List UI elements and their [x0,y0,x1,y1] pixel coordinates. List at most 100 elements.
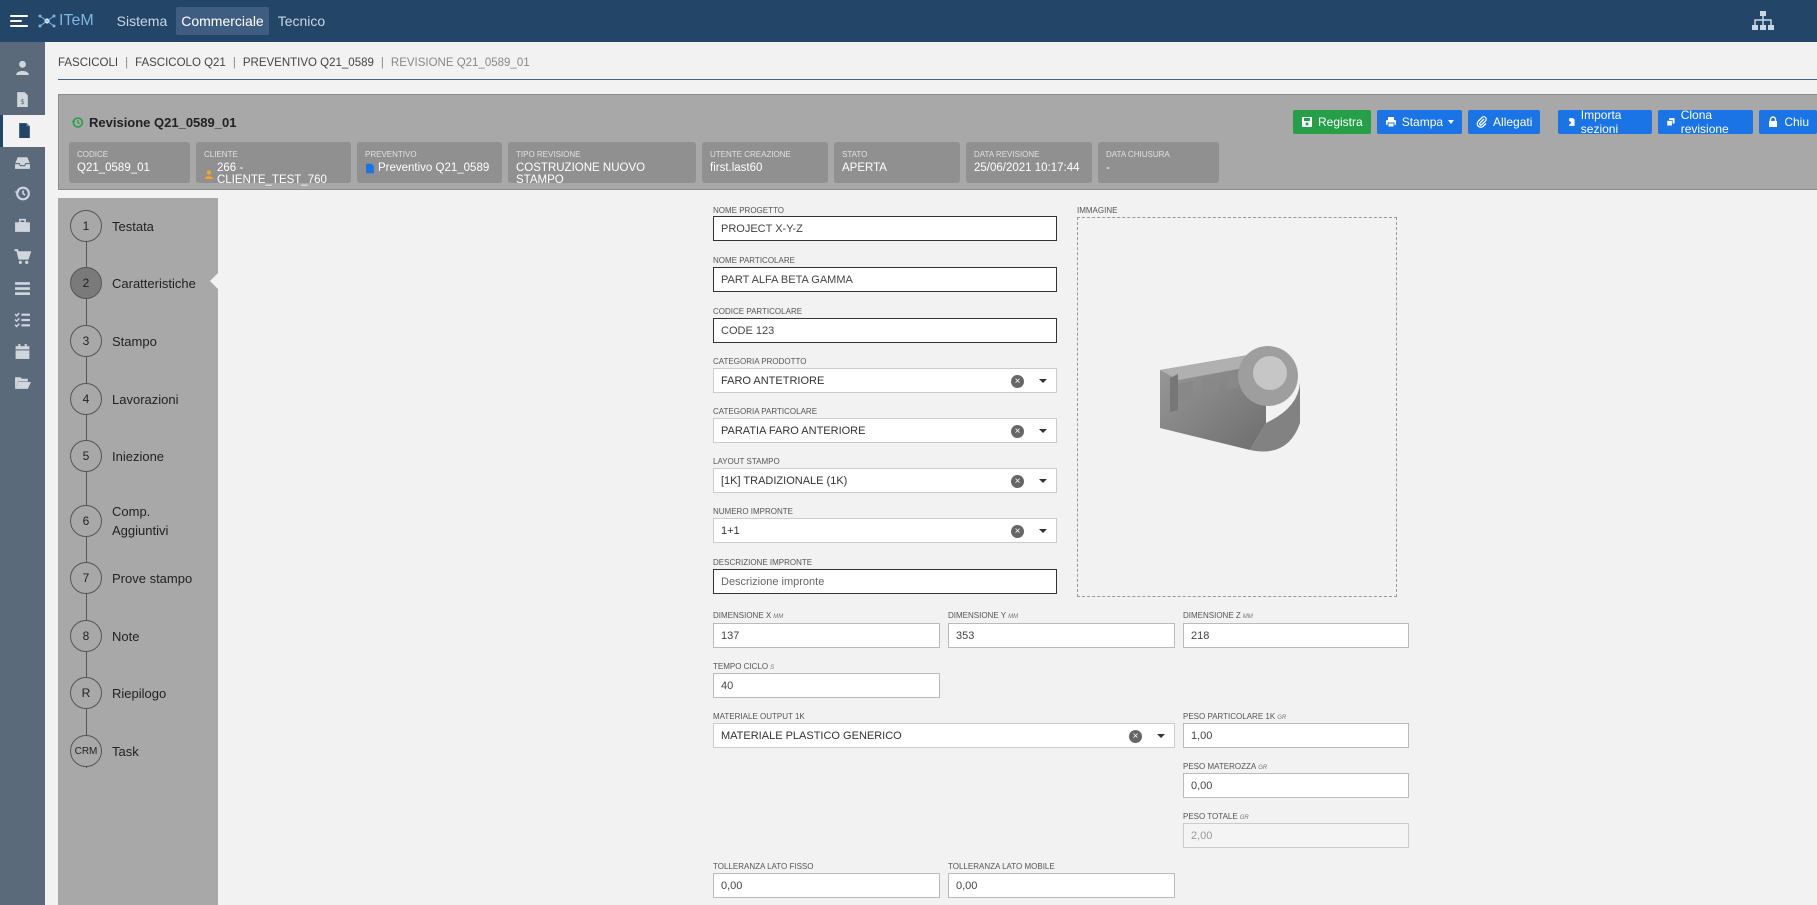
card-utente-creazione: UTENTE CREAZIONE first.last60 [702,142,828,183]
rail-cart-icon[interactable] [0,241,45,273]
step-caratteristiche[interactable]: 2 Caratteristiche [70,267,196,299]
importa-sezioni-button[interactable]: Importa sezioni [1558,108,1653,136]
step-testata[interactable]: 1 Testata [70,210,154,242]
save-icon [1302,117,1312,127]
step-label: Stampo [112,333,157,349]
peso-particolare-input[interactable]: 1,00 [1183,723,1409,748]
card-value[interactable]: Preventivo Q21_0589 [378,162,489,174]
card-label: CLIENTE [204,150,238,159]
allegati-button[interactable]: Allegati [1468,110,1541,134]
tolleranza-mobile-input[interactable]: 0,00 [948,873,1175,898]
rail-list-icon[interactable] [0,273,45,305]
part-image-dropzone[interactable] [1077,217,1397,597]
copy-icon [1666,118,1675,127]
step-number: 8 [70,620,102,652]
categoria-prodotto-select[interactable]: FARO ANTETRIORE × [713,368,1057,393]
rail-calendar-icon[interactable] [0,336,45,368]
rail-history-icon[interactable] [0,178,45,210]
app-logo[interactable]: ITeM [38,12,94,30]
categoria-particolare-label: CATEGORIA PARTICOLARE [713,407,818,416]
select-value: 1+1 [721,524,740,537]
breadcrumb-preventivo[interactable]: PREVENTIVO Q21_0589 [243,57,374,69]
chevron-down-icon[interactable] [1039,529,1047,533]
tolleranza-fisso-input[interactable]: 0,00 [713,873,940,898]
step-number: 1 [70,210,102,242]
step-iniezione[interactable]: 5 Iniezione [70,440,164,472]
nav-tecnico[interactable]: Tecnico [273,7,330,35]
step-comp-aggiuntivi[interactable]: 6 Comp. Aggiuntivi [70,502,192,540]
step-stampo[interactable]: 3 Stampo [70,325,157,357]
nome-particolare-label: NOME PARTICOLARE [713,256,795,265]
clona-revisione-button[interactable]: Clona revisione [1658,108,1754,136]
layout-stampo-label: LAYOUT STAMPO [713,457,780,466]
registra-button[interactable]: Registra [1293,110,1371,134]
dimensione-z-input[interactable]: 218 [1183,623,1409,648]
materiale-select[interactable]: MATERIALE PLASTICO GENERICO × [713,723,1175,748]
sitemap-icon[interactable] [1751,10,1775,32]
rail-inbox-icon[interactable] [0,147,45,179]
clear-icon[interactable]: × [1011,525,1024,538]
dimensione-x-label-text: DIMENSIONE X [713,611,772,620]
rail-document-icon[interactable] [0,115,45,147]
chevron-down-icon[interactable] [1039,379,1047,383]
step-prove-stampo[interactable]: 7 Prove stampo [70,562,192,594]
rail-invoice-icon[interactable]: $ [0,84,45,116]
step-number: R [70,677,102,709]
tolleranza-mobile-label: TOLLERANZA LATO MOBILE [948,862,1055,871]
svg-text:$: $ [20,97,25,106]
step-label: Riepilogo [112,685,167,701]
layout-stampo-select[interactable]: [1K] TRADIZIONALE (1K) × [713,468,1057,493]
breadcrumb-fascicolo[interactable]: FASCICOLO Q21 [135,57,226,69]
rail-checklist-icon[interactable] [0,304,45,336]
header-info-cards: CODICE Q21_0589_01 CLIENTE 266 - CLIENTE… [69,142,1219,186]
rail-briefcase-icon[interactable] [0,210,45,242]
hamburger-menu-icon[interactable] [10,15,28,27]
tempo-ciclo-input[interactable]: 40 [713,673,940,698]
numero-impronte-label: NUMERO IMPRONTE [713,507,793,516]
chevron-down-icon[interactable] [1039,479,1047,483]
descrizione-impronte-input[interactable]: Descrizione impronte [713,569,1057,594]
codice-particolare-input[interactable]: CODE 123 [713,318,1057,343]
chiudi-button[interactable]: Chiu [1759,110,1817,134]
document-icon [366,163,374,173]
card-value[interactable]: 266 - CLIENTE_TEST_760 [217,162,343,186]
peso-totale-unit: GR [1239,815,1249,821]
nav-commerciale[interactable]: Commerciale [176,7,269,35]
categoria-particolare-select[interactable]: PARATIA FARO ANTERIORE × [713,418,1057,443]
step-lavorazioni[interactable]: 4 Lavorazioni [70,383,179,415]
peso-materozza-unit: GR [1258,765,1268,771]
nome-particolare-input[interactable]: PART ALFA BETA GAMMA [713,267,1057,292]
clear-icon[interactable]: × [1011,375,1024,388]
step-note[interactable]: 8 Note [70,620,139,652]
peso-materozza-label-text: PESO MATEROZZA [1183,762,1257,771]
step-number: 2 [70,267,102,299]
nome-progetto-input[interactable]: PROJECT X-Y-Z [713,216,1057,241]
breadcrumb-fascicoli[interactable]: FASCICOLI [58,57,118,69]
rail-user-icon[interactable] [0,52,45,84]
top-bar: ITeM Sistema Commerciale Tecnico [0,0,1817,42]
step-riepilogo[interactable]: R Riepilogo [70,677,166,709]
materiale-label: MATERIALE OUTPUT 1K [713,712,805,721]
card-stato: STATO APERTA [834,142,960,183]
clear-icon[interactable]: × [1011,475,1024,488]
peso-materozza-input[interactable]: 0,00 [1183,773,1409,798]
dimensione-y-unit: MM [1008,614,1019,620]
numero-impronte-select[interactable]: 1+1 × [713,518,1057,543]
chevron-down-icon[interactable] [1157,734,1165,738]
rail-folder-open-icon[interactable] [0,367,45,399]
step-number: 6 [70,505,102,537]
dimensione-x-input[interactable]: 137 [713,623,940,648]
chevron-down-icon[interactable] [1039,429,1047,433]
revision-title-text: Revisione Q21_0589_01 [89,115,237,130]
nav-sistema[interactable]: Sistema [112,7,173,35]
clear-icon[interactable]: × [1129,730,1142,743]
tempo-ciclo-unit: S [770,665,775,671]
stampa-button[interactable]: Stampa [1376,110,1463,134]
card-preventivo: PREVENTIVO Preventivo Q21_0589 [357,142,502,183]
clear-icon[interactable]: × [1011,425,1024,438]
dimensione-y-input[interactable]: 353 [948,623,1175,648]
step-task[interactable]: CRM Task [70,735,139,767]
card-cliente: CLIENTE 266 - CLIENTE_TEST_760 [196,142,351,186]
breadcrumb-divider [58,79,1817,80]
step-label: Iniezione [112,448,165,464]
